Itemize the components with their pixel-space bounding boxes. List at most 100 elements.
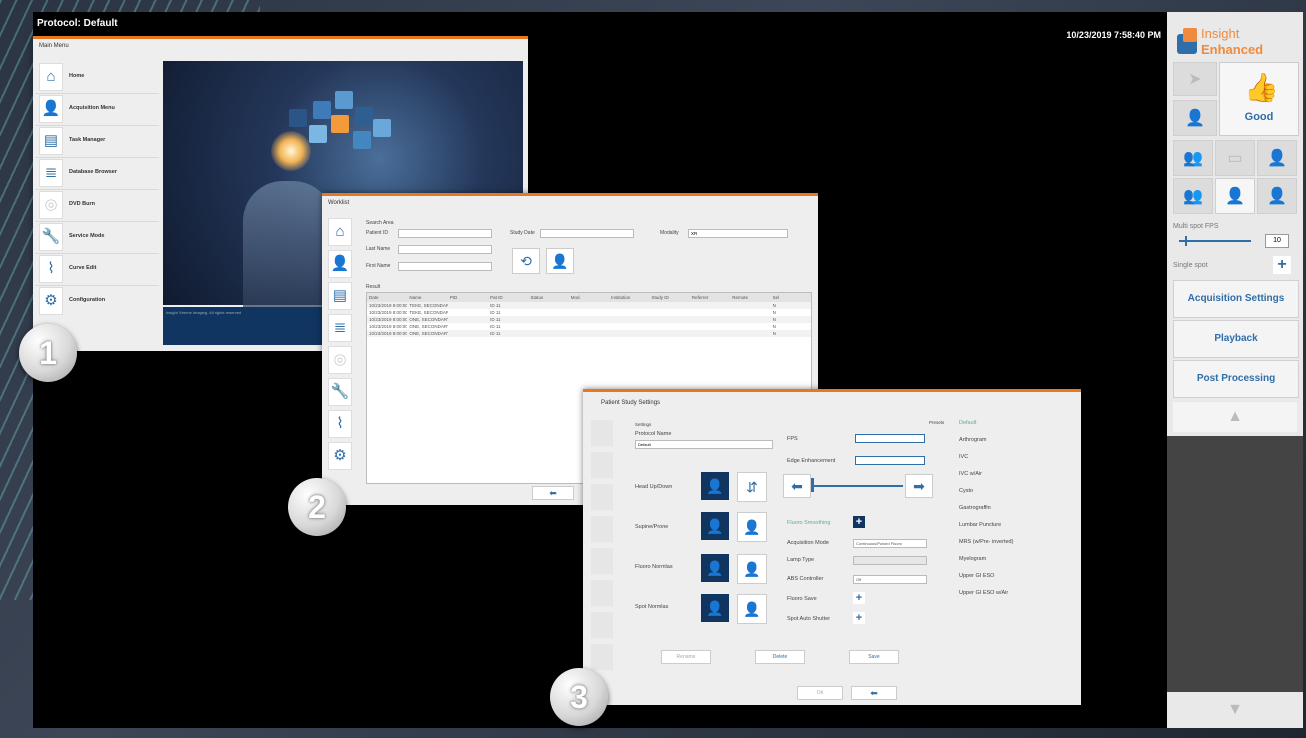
column-header[interactable]: Institution: [609, 293, 649, 302]
group-icon[interactable]: 👥: [1173, 140, 1213, 176]
head-up-icon[interactable]: 👤: [701, 472, 729, 500]
good-button[interactable]: 👍 Good: [1219, 62, 1299, 136]
preset-item[interactable]: Arthrogram: [959, 437, 1013, 454]
wrench-icon[interactable]: 🔧: [328, 378, 352, 406]
slider-track[interactable]: [811, 485, 903, 487]
group-icon[interactable]: 👥: [1173, 178, 1213, 214]
gear-icon[interactable]: ⚙: [39, 287, 63, 315]
table-row[interactable]: 10/23/2019 8:00:00 PMONE, SECONDARY 1...…: [367, 316, 811, 323]
user-icon[interactable]: 👤: [1257, 140, 1297, 176]
home-icon[interactable]: ⌂: [328, 218, 352, 246]
menu-item-dvd-burn[interactable]: DVD Burn: [69, 201, 95, 207]
fluoro-save-plus-icon[interactable]: +: [853, 592, 865, 604]
save-button[interactable]: Save: [849, 650, 899, 664]
menu-item-database[interactable]: Database Browser: [69, 169, 117, 175]
table-row[interactable]: 10/23/2019 8:00:00 PMONE, SECONDARY 1...…: [367, 323, 811, 330]
rename-button[interactable]: Rename: [661, 650, 711, 664]
preset-item[interactable]: IVC w/Air: [959, 471, 1013, 488]
user-icon[interactable]: 👤: [39, 95, 63, 123]
column-header[interactable]: Name: [407, 293, 447, 302]
spot-alt-icon[interactable]: 👤: [737, 594, 767, 624]
ok-button[interactable]: Ok: [797, 686, 843, 700]
fps-value[interactable]: 10: [1265, 234, 1289, 248]
head-down-icon[interactable]: ⇵: [737, 472, 767, 502]
scroll-up-icon[interactable]: ▲: [1173, 402, 1297, 432]
delete-button[interactable]: Delete: [755, 650, 805, 664]
menu-item-home[interactable]: Home: [69, 73, 84, 79]
curve-icon[interactable]: ⌇: [39, 255, 63, 283]
preset-item[interactable]: MRS (w/Pre- inverted): [959, 539, 1013, 556]
back-arrow-button[interactable]: ⬅: [851, 686, 897, 700]
spot-normal-icon[interactable]: 👤: [701, 594, 729, 622]
protocol-name-field[interactable]: Default: [635, 440, 773, 449]
fluoro-alt-icon[interactable]: 👤: [737, 554, 767, 584]
disc-icon[interactable]: ◎: [328, 346, 352, 374]
column-header[interactable]: Mod.: [569, 293, 609, 302]
preset-item[interactable]: Gastrograffin: [959, 505, 1013, 522]
column-header[interactable]: Pat ID: [488, 293, 528, 302]
wrench-icon[interactable]: 🔧: [39, 223, 63, 251]
acq-mode-select[interactable]: Continuous/Pulsed Fluoro: [853, 539, 927, 548]
preset-item[interactable]: Upper GI ESO w/Air: [959, 590, 1013, 607]
fps-select[interactable]: [855, 434, 925, 443]
column-header[interactable]: Referrer: [690, 293, 730, 302]
prone-icon[interactable]: 👤: [737, 512, 767, 542]
edge-select[interactable]: [855, 456, 925, 465]
table-row[interactable]: 10/23/2019 8:00:00 PMONE, SECONDARY 1...…: [367, 330, 811, 337]
modality-select[interactable]: XR: [688, 229, 788, 238]
back-arrow-button[interactable]: ⬅: [532, 486, 574, 500]
supine-icon[interactable]: 👤: [701, 512, 729, 540]
gear-icon[interactable]: ⚙: [328, 442, 352, 470]
lamp-type-select[interactable]: [853, 556, 927, 565]
playback-button[interactable]: Playback: [1173, 320, 1299, 358]
slider-track[interactable]: [1179, 240, 1251, 242]
column-header[interactable]: Remote: [730, 293, 770, 302]
fps-slider[interactable]: 10: [1173, 234, 1295, 248]
patient-id-field[interactable]: [398, 229, 492, 238]
acquisition-settings-button[interactable]: Acquisition Settings: [1173, 280, 1299, 318]
spot-auto-plus-icon[interactable]: +: [853, 612, 865, 624]
person-icon[interactable]: 👤: [1173, 100, 1217, 136]
column-header[interactable]: Status: [528, 293, 568, 302]
preset-item[interactable]: Default: [959, 420, 1013, 437]
column-header[interactable]: Sel: [771, 293, 811, 302]
column-header[interactable]: PID: [448, 293, 488, 302]
document-icon[interactable]: ▤: [328, 282, 352, 310]
column-header[interactable]: Study ID: [650, 293, 690, 302]
menu-item-service-mode[interactable]: Service Mode: [69, 233, 104, 239]
curve-icon[interactable]: ⌇: [328, 410, 352, 438]
table-row[interactable]: 10/23/2019 8:00:00 PMTEKE, SECONDARY 1..…: [367, 309, 811, 316]
arrow-right-icon[interactable]: ➡: [905, 474, 933, 498]
database-icon[interactable]: ≣: [328, 314, 352, 342]
table-row[interactable]: 10/23/2019 8:00:00 PMTEKE, SECONDARY 1..…: [367, 302, 811, 309]
cursor-icon[interactable]: ➤: [1173, 62, 1217, 96]
slider-handle[interactable]: [811, 478, 814, 492]
post-processing-button[interactable]: Post Processing: [1173, 360, 1299, 398]
document-icon[interactable]: ▤: [39, 127, 63, 155]
preset-item[interactable]: Lumbar Puncture: [959, 522, 1013, 539]
single-spot-plus-icon[interactable]: +: [1273, 256, 1291, 274]
study-date-field[interactable]: [540, 229, 634, 238]
preset-item[interactable]: Cysto: [959, 488, 1013, 505]
refresh-icon[interactable]: ⟲: [512, 248, 540, 274]
slider-handle[interactable]: [1185, 236, 1187, 246]
menu-item-task-manager[interactable]: Task Manager: [69, 137, 105, 143]
preset-item[interactable]: IVC: [959, 454, 1013, 471]
database-icon[interactable]: ≣: [39, 159, 63, 187]
menu-item-configuration[interactable]: Configuration: [69, 297, 105, 303]
abs-select[interactable]: Off: [853, 575, 927, 584]
preset-item[interactable]: Myelogram: [959, 556, 1013, 573]
last-name-field[interactable]: [398, 245, 492, 254]
menu-item-acquisition[interactable]: Acquisition Menu: [69, 105, 115, 111]
column-header[interactable]: Date: [367, 293, 407, 302]
monitor-icon[interactable]: ▭: [1215, 140, 1255, 176]
user-icon[interactable]: 👤: [328, 250, 352, 278]
user-icon[interactable]: 👤: [1257, 178, 1297, 214]
menu-item-curve-edit[interactable]: Curve Edit: [69, 265, 97, 271]
home-icon[interactable]: ⌂: [39, 63, 63, 91]
scroll-down-icon[interactable]: ▼: [1167, 692, 1303, 728]
fluoro-normal-icon[interactable]: 👤: [701, 554, 729, 582]
arrow-left-icon[interactable]: ⬅: [783, 474, 811, 498]
first-name-field[interactable]: [398, 262, 492, 271]
search-user-icon[interactable]: 👤: [546, 248, 574, 274]
